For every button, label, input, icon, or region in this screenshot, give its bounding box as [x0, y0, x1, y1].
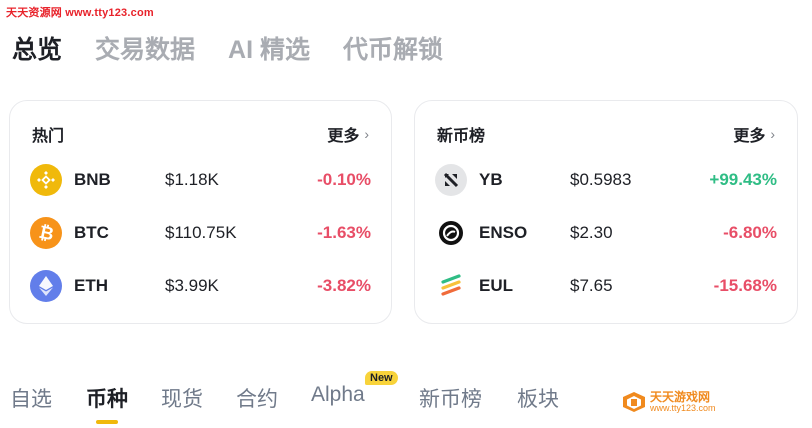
bnb-icon — [30, 164, 62, 196]
logo-watermark: 天天游戏网 www.tty123.com — [622, 391, 716, 413]
eul-icon — [435, 270, 467, 302]
yb-icon — [435, 164, 467, 196]
coin-symbol: YB — [479, 170, 503, 189]
coin-price: $2.30 — [570, 223, 613, 242]
chevron-right-icon: › — [770, 126, 775, 142]
tab-sectors[interactable]: 板块 — [517, 383, 559, 413]
coin-symbol: ENSO — [479, 223, 528, 242]
logo-icon — [623, 392, 645, 413]
coin-price: $3.99K — [165, 276, 219, 295]
coin-change: -15.68% — [713, 276, 777, 295]
coin-symbol: EUL — [479, 276, 513, 295]
coin-price: $110.75K — [165, 223, 237, 242]
new-coins-more-label: 更多 — [733, 128, 766, 145]
tab-favorites[interactable]: 自选 — [10, 383, 52, 413]
btc-icon: ₿ — [30, 217, 62, 249]
hot-row-eth[interactable]: ETH $3.99K -3.82% — [30, 269, 371, 303]
hot-row-btc[interactable]: ₿ BTC $110.75K -1.63% — [30, 216, 371, 250]
tab-trading-data[interactable]: 交易数据 — [95, 30, 195, 66]
coin-change: -6.80% — [723, 223, 777, 242]
tab-new-listings[interactable]: 新币榜 — [419, 383, 482, 413]
tab-coins[interactable]: 币种 — [86, 383, 128, 413]
coin-price: $7.65 — [570, 276, 613, 295]
enso-icon — [435, 217, 467, 249]
coin-symbol: ETH — [74, 276, 108, 295]
tab-alpha[interactable]: Alpha — [311, 383, 365, 407]
coin-change: -0.10% — [317, 170, 371, 189]
coin-symbol: BNB — [74, 170, 111, 189]
coin-change: -3.82% — [317, 276, 371, 295]
new-coins-card: 新币榜 更多 › YB $0.5983 +99.43% ENSO $2.30 -… — [414, 100, 798, 324]
tab-spot[interactable]: 现货 — [161, 383, 203, 413]
new-coins-more-link[interactable]: 更多 › — [733, 122, 775, 146]
new-coins-card-title: 新币榜 — [437, 128, 486, 145]
hot-row-bnb[interactable]: BNB $1.18K -0.10% — [30, 163, 371, 197]
tab-ai-select[interactable]: AI 精选 — [228, 30, 310, 66]
top-tab-bar: 总览 交易数据 AI 精选 代币解锁 — [12, 30, 476, 66]
coin-symbol: BTC — [74, 223, 109, 242]
new-coin-row-enso[interactable]: ENSO $2.30 -6.80% — [435, 216, 777, 250]
new-coin-row-eul[interactable]: EUL $7.65 -15.68% — [435, 269, 777, 303]
hot-card: 热门 更多 › BNB $1.18K -0.10% ₿ BTC $110.75K… — [9, 100, 392, 324]
new-coin-row-yb[interactable]: YB $0.5983 +99.43% — [435, 163, 777, 197]
logo-url: www.tty123.com — [650, 402, 716, 413]
eth-icon — [30, 270, 62, 302]
new-badge: New — [365, 371, 398, 385]
coin-change: -1.63% — [317, 223, 371, 242]
coin-price: $1.18K — [165, 170, 219, 189]
site-watermark: 天天资源网 www.tty123.com — [6, 7, 154, 19]
tab-futures[interactable]: 合约 — [236, 383, 278, 413]
hot-more-label: 更多 — [327, 128, 360, 145]
hot-more-link[interactable]: 更多 › — [327, 122, 369, 146]
active-tab-indicator — [96, 420, 118, 424]
logo-name: 天天游戏网 — [650, 390, 711, 404]
tab-overview[interactable]: 总览 — [12, 30, 62, 66]
tab-token-unlock[interactable]: 代币解锁 — [343, 30, 443, 66]
hot-card-title: 热门 — [32, 128, 65, 145]
coin-price: $0.5983 — [570, 170, 632, 189]
coin-change: +99.43% — [709, 170, 777, 189]
chevron-right-icon: › — [364, 126, 369, 142]
